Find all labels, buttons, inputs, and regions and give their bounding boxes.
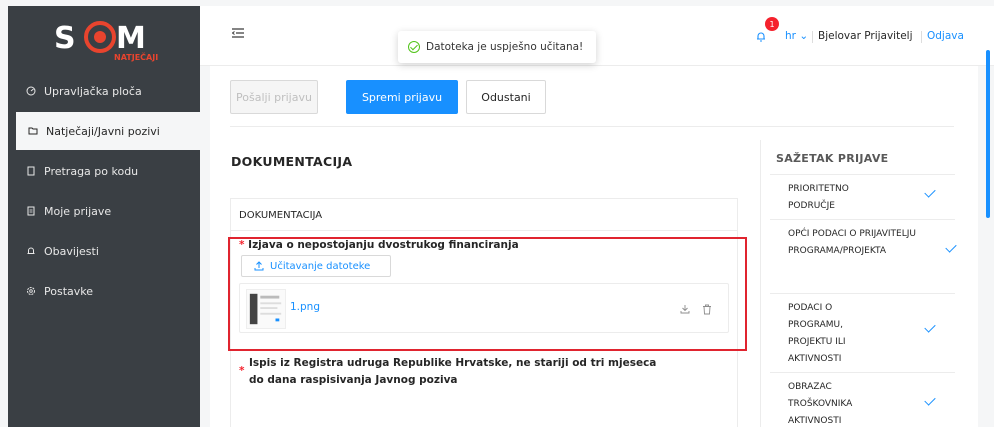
question-label: Ispis iz Registra udruga Republike Hrvat… — [249, 357, 657, 386]
summary-item-label: OBRAZAC TROŠKOVNIKA AKTIVNOSTI — [788, 382, 853, 426]
chevron-down-icon: ⌄ — [799, 30, 809, 42]
question-registry-extract: * Ispis iz Registra udruga Republike Hrv… — [239, 355, 659, 389]
file-icon — [27, 166, 35, 176]
logout-link[interactable]: Odjava — [927, 30, 964, 42]
sidebar-item-label: Moje prijave — [44, 204, 112, 218]
success-toast: Datoteka je uspješno učitana! — [398, 31, 596, 63]
menu-fold-icon[interactable] — [232, 28, 244, 38]
svg-text:NATJEČAJI: NATJEČAJI — [114, 51, 158, 62]
sidebar-item-search-code[interactable]: Pretraga po kodu — [8, 152, 200, 190]
gear-icon — [27, 287, 35, 295]
section-title: DOKUMENTACIJA — [231, 154, 353, 169]
highlight-frame — [228, 237, 747, 351]
sidebar-item-label: Natječaji/Javni pozivi — [46, 124, 160, 138]
summary-item-label: PRIORITETNO PODRUČJE — [788, 184, 849, 211]
sidebar-item-notifications[interactable]: Obavijesti — [8, 232, 200, 270]
sidebar-item-label: Obavijesti — [44, 244, 99, 258]
svg-text:M: M — [116, 21, 146, 56]
summary-item-applicant-data[interactable]: OPĆI PODACI O PRIJAVITELJU PROGRAMA/PROJ… — [770, 219, 957, 293]
sidebar: S M NATJEČAJI Upravljačka ploča Natječaj… — [8, 6, 200, 427]
bell-icon — [27, 247, 35, 254]
notification-bell-icon[interactable] — [756, 31, 766, 42]
sidebar-item-tenders[interactable]: Natječaji/Javni pozivi — [16, 112, 200, 150]
sidebar-item-settings[interactable]: Postavke — [8, 272, 200, 310]
send-application-button[interactable]: Pošalji prijavu — [230, 80, 318, 114]
language-label: hr — [785, 30, 796, 42]
summary-item-cost-form[interactable]: OBRAZAC TROŠKOVNIKA AKTIVNOSTI — [770, 372, 955, 427]
check-icon — [945, 241, 957, 253]
check-circle-icon — [408, 41, 420, 53]
top-header: 1 hr ⌄ Bjelovar Prijavitelj Odjava — [200, 6, 994, 66]
divider — [230, 126, 954, 127]
check-icon — [924, 321, 936, 333]
dashboard-icon — [26, 86, 36, 96]
documentation-box-title: DOKUMENTACIJA — [231, 199, 737, 231]
folder-icon — [28, 127, 38, 135]
scrollbar[interactable] — [986, 50, 990, 218]
summary-item-priority-area[interactable]: PRIORITETNO PODRUČJE — [770, 174, 955, 219]
summary-title: SAŽETAK PRIJAVE — [776, 152, 889, 165]
divider — [812, 31, 813, 43]
required-mark: * — [239, 365, 245, 377]
sidebar-item-label: Pretraga po kodu — [44, 164, 139, 178]
sidebar-item-label: Upravljačka ploča — [44, 84, 142, 98]
application-summary-panel: SAŽETAK PRIJAVE PRIORITETNO PODRUČJE OPĆ… — [760, 140, 958, 427]
app-logo[interactable]: S M NATJEČAJI — [52, 18, 172, 62]
toast-message: Datoteka je uspješno učitana! — [426, 41, 584, 53]
document-icon — [27, 206, 35, 216]
sidebar-item-my-applications[interactable]: Moje prijave — [8, 192, 200, 230]
sidebar-item-dashboard[interactable]: Upravljačka ploča — [8, 72, 200, 110]
notification-count-badge: 1 — [765, 17, 779, 31]
user-name[interactable]: Bjelovar Prijavitelj — [818, 30, 913, 42]
divider — [921, 31, 922, 43]
summary-item-label: PODACI O PROGRAMU, PROJEKTU ILI AKTIVNOS… — [788, 303, 846, 364]
svg-text:S: S — [54, 21, 76, 56]
check-icon — [924, 394, 936, 406]
save-application-button[interactable]: Spremi prijavu — [346, 80, 458, 114]
sidebar-item-label: Postavke — [44, 284, 94, 298]
language-selector[interactable]: hr ⌄ — [785, 30, 808, 42]
check-icon — [924, 186, 936, 198]
summary-item-label: OPĆI PODACI O PRIJAVITELJU PROGRAMA/PROJ… — [788, 229, 916, 256]
cancel-button[interactable]: Odustani — [466, 80, 546, 114]
summary-item-program-data[interactable]: PODACI O PROGRAMU, PROJEKTU ILI AKTIVNOS… — [770, 293, 955, 372]
